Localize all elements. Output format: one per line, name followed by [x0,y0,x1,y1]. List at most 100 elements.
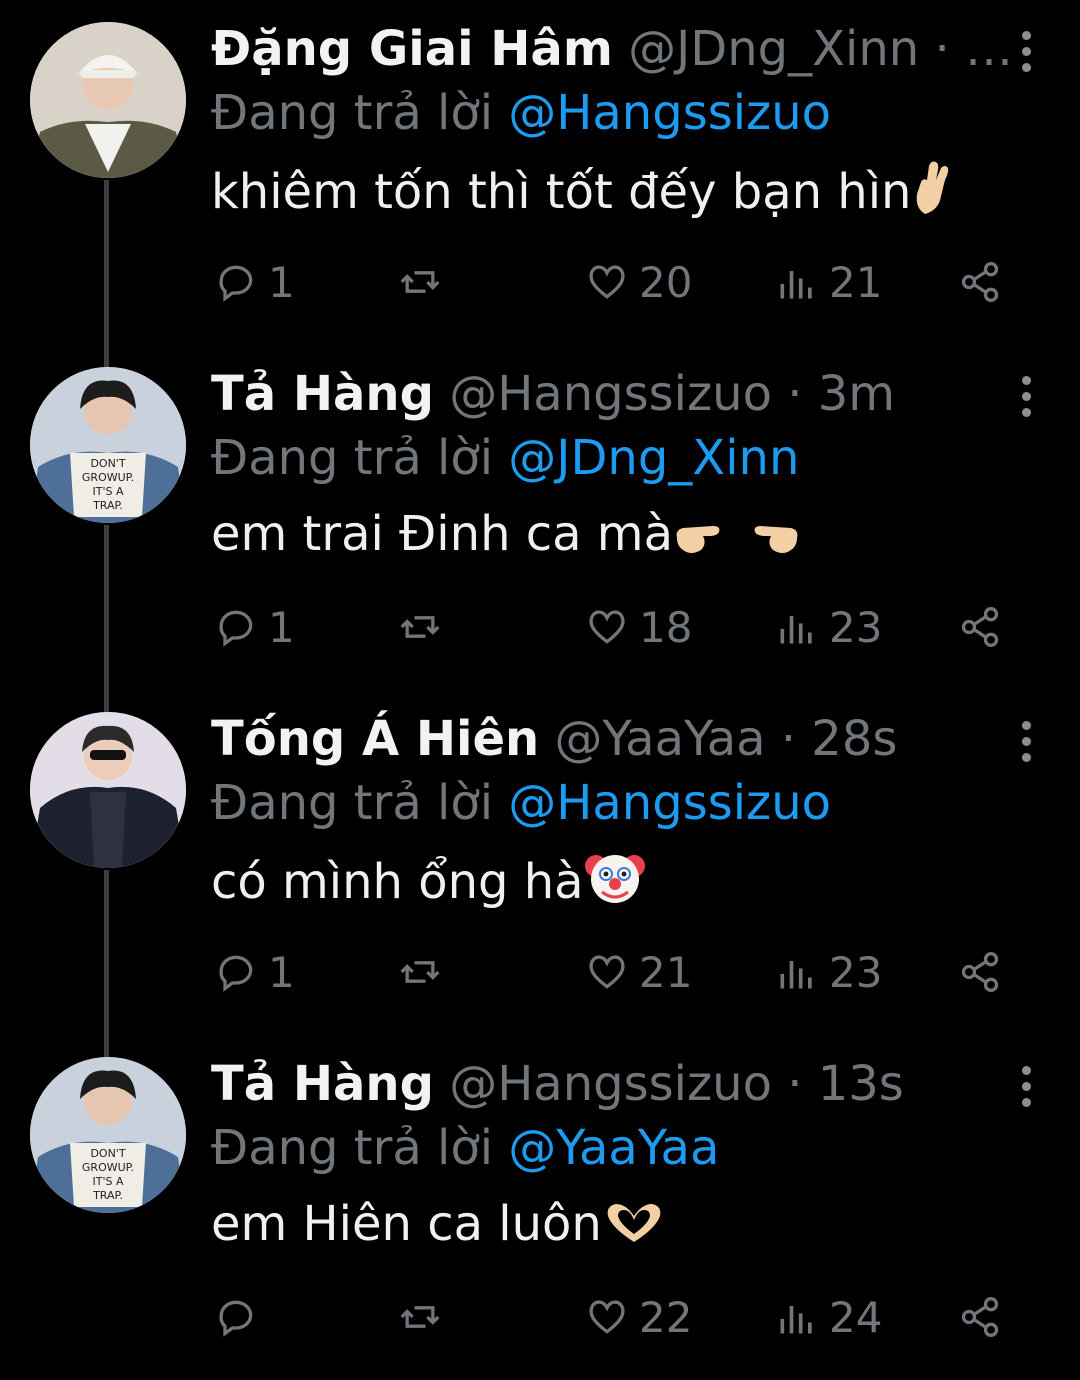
shirt-text: IT'S A [93,485,124,498]
replying-to: Đang trả lời @YaaYaa [211,1119,719,1177]
reply-button[interactable] [214,1287,268,1347]
reply-icon [219,955,253,992]
share-button[interactable] [958,1287,1002,1347]
user-handle[interactable]: @Hangssizuo [449,1056,772,1112]
views-icon [780,1306,812,1334]
avatar[interactable] [30,22,186,178]
shirt-text: TRAP. [92,499,123,512]
tweet-actions: 1 18 23 [0,597,1080,657]
tweet-item[interactable]: DON'T GROWUP. IT'S A TRAP. Tả Hàng @Hang… [0,1035,1080,1380]
display-name[interactable]: Tống Á Hiên [211,711,539,767]
retweet-icon [400,616,440,638]
share-button[interactable] [958,252,1002,312]
retweet-icon [400,961,440,983]
reply-count: 1 [268,947,295,997]
tweet-item[interactable]: Đặng Giai Hâm @JDng_Xinn · … Đang trả lờ… [0,0,1080,345]
shirt-text: TRAP. [92,1189,123,1202]
like-button[interactable]: 20 [585,252,692,312]
heart-icon [589,610,625,644]
tweet-text-content: em Hiên ca luôn [211,1196,602,1252]
more-options-icon[interactable] [1016,371,1036,421]
reply-button[interactable]: 1 [214,942,295,1002]
user-handle[interactable]: @Hangssizuo [449,366,772,422]
retweet-button[interactable] [398,1287,452,1347]
reply-count: 1 [268,602,295,652]
replying-to-label: Đang trả lời [211,430,494,486]
tweet-actions: 1 20 21 [0,252,1080,312]
like-button[interactable]: 22 [585,1287,692,1347]
like-button[interactable]: 21 [585,942,692,1002]
tweet-text: em trai Đinh ca mà [211,503,801,573]
more-options-icon[interactable] [1016,26,1036,76]
display-name[interactable]: Đặng Giai Hâm [211,21,613,77]
like-count: 22 [639,1292,693,1342]
share-icon [961,607,999,647]
crossed-fingers-emoji-icon [911,158,953,231]
tweet-text: khiêm tốn thì tốt đếy bạn hìn [211,158,953,231]
mention-link[interactable]: @Hangssizuo [508,775,831,831]
timestamp: · 28s [780,711,898,767]
reply-icon [219,1300,253,1337]
views-icon [780,271,812,299]
display-name[interactable]: Tả Hàng [211,366,434,422]
view-count: 24 [829,1292,883,1342]
views-button[interactable]: 24 [775,1287,882,1347]
retweet-button[interactable] [398,597,452,657]
reply-button[interactable]: 1 [214,597,295,657]
avatar[interactable]: DON'T GROWUP. IT'S A TRAP. [30,367,186,523]
heart-icon [589,955,625,989]
reply-button[interactable]: 1 [214,252,295,312]
tweet-item[interactable]: DON'T GROWUP. IT'S A TRAP. Tả Hàng @Hang… [0,345,1080,690]
like-button[interactable]: 18 [585,597,692,657]
shirt-text: DON'T [90,1147,125,1160]
clown-face-emoji-icon [584,848,646,921]
tweet-actions: 22 24 [0,1287,1080,1347]
more-options-icon[interactable] [1016,716,1036,766]
more-options-icon[interactable] [1016,1061,1036,1111]
avatar-puffer-image [30,712,186,868]
user-handle[interactable]: @YaaYaa [554,711,765,767]
retweet-button[interactable] [398,942,452,1002]
views-icon [780,961,812,989]
tweet-header: Tả Hàng @Hangssizuo · 3m [211,365,895,423]
views-button[interactable]: 23 [775,597,882,657]
tweet-header: Đặng Giai Hâm @JDng_Xinn · … [211,20,1013,78]
view-count: 23 [829,602,883,652]
share-button[interactable] [958,942,1002,1002]
share-button[interactable] [958,597,1002,657]
replying-to: Đang trả lời @Hangssizuo [211,84,831,142]
heart-hands-emoji-icon [602,1198,666,1263]
replying-to-label: Đang trả lời [211,85,494,141]
mention-link[interactable]: @YaaYaa [508,1120,719,1176]
mention-link[interactable]: @JDng_Xinn [508,430,799,486]
pointing-hands-emoji-icon [673,508,801,573]
tweet-text-content: em trai Đinh ca mà [211,506,673,562]
heart-icon [589,1300,625,1334]
retweet-button[interactable] [398,252,452,312]
user-handle[interactable]: @JDng_Xinn [628,21,919,77]
tweet-text-content: có mình ổng hà [211,854,584,910]
reply-count: 1 [268,257,295,307]
heart-icon [589,265,625,299]
avatar-dont-grow-up-image: DON'T GROWUP. IT'S A TRAP. [30,1057,186,1213]
tweet-actions: 1 21 23 [0,942,1080,1002]
views-button[interactable]: 21 [775,252,882,312]
avatar[interactable]: DON'T GROWUP. IT'S A TRAP. [30,1057,186,1213]
tweet-header: Tống Á Hiên @YaaYaa · 28s [211,710,897,768]
shirt-text: GROWUP. [82,471,134,484]
views-button[interactable]: 23 [775,942,882,1002]
replying-to: Đang trả lời @JDng_Xinn [211,429,799,487]
reply-icon [219,265,253,302]
display-name[interactable]: Tả Hàng [211,1056,434,1112]
mention-link[interactable]: @Hangssizuo [508,85,831,141]
view-count: 23 [829,947,883,997]
tweet-text-content: khiêm tốn thì tốt đếy bạn hìn [211,164,912,220]
timestamp: · 3m [787,366,896,422]
tweet-item[interactable]: Tống Á Hiên @YaaYaa · 28s Đang trả lời @… [0,690,1080,1035]
like-count: 21 [639,947,693,997]
retweet-icon [400,271,440,293]
avatar[interactable] [30,712,186,868]
share-icon [961,262,999,302]
shirt-text: IT'S A [93,1175,124,1188]
replying-to-label: Đang trả lời [211,775,494,831]
